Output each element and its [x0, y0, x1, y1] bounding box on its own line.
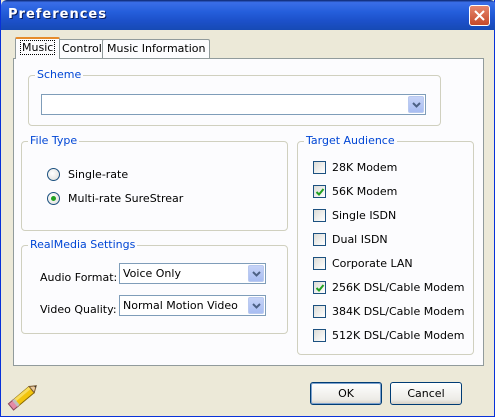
- tab-music[interactable]: Music: [15, 37, 61, 59]
- target-audience-group: Target Audience 28K Modem 56K Modem Sing…: [297, 134, 474, 355]
- label-dual-isdn[interactable]: Dual ISDN: [332, 233, 388, 246]
- chevron-down-icon: [411, 101, 421, 108]
- audio-format-dropdown-button[interactable]: [248, 265, 264, 282]
- multi-rate-radio[interactable]: [47, 192, 60, 205]
- title-bar[interactable]: Preferences: [1, 0, 495, 30]
- video-quality-dropdown-button[interactable]: [248, 297, 264, 314]
- video-quality-select[interactable]: Normal Motion Video: [119, 295, 266, 316]
- audio-format-select[interactable]: Voice Only: [119, 263, 266, 284]
- scheme-select[interactable]: [41, 94, 426, 115]
- file-type-group-label: File Type: [28, 134, 80, 147]
- tab-music-label: Music: [20, 40, 56, 55]
- label-256k-dsl[interactable]: 256K DSL/Cable Modem: [332, 281, 464, 294]
- chevron-down-icon: [251, 270, 261, 277]
- multi-rate-label[interactable]: Multi-rate SureStrear: [68, 192, 183, 205]
- realmedia-settings-group: RealMedia Settings Audio Format: Voice O…: [21, 238, 288, 334]
- tab-panel-music: Scheme File Type Single-rate Multi-rate …: [13, 58, 484, 366]
- scheme-group-label: Scheme: [35, 68, 84, 81]
- close-icon: [474, 10, 485, 21]
- label-384k-dsl[interactable]: 384K DSL/Cable Modem: [332, 305, 464, 318]
- single-rate-label[interactable]: Single-rate: [68, 168, 128, 181]
- chevron-down-icon: [251, 302, 261, 309]
- pencil-icon: [7, 385, 37, 411]
- ok-button[interactable]: OK: [310, 382, 382, 405]
- audio-format-label: Audio Format:: [40, 271, 118, 284]
- preferences-window: Preferences Music Control Music Informat…: [0, 0, 495, 417]
- label-28k-modem[interactable]: 28K Modem: [332, 161, 397, 174]
- checkbox-28k-modem[interactable]: [313, 161, 326, 174]
- checkbox-corporate-lan[interactable]: [313, 257, 326, 270]
- checkbox-256k-dsl[interactable]: [313, 281, 326, 294]
- audio-format-value: Voice Only: [123, 267, 181, 280]
- cancel-button[interactable]: Cancel: [390, 382, 462, 405]
- scheme-dropdown-button[interactable]: [408, 96, 424, 113]
- checkbox-384k-dsl[interactable]: [313, 305, 326, 318]
- tab-control[interactable]: Control: [57, 39, 107, 58]
- tab-music-information-label: Music Information: [107, 42, 206, 55]
- video-quality-label: Video Quality:: [40, 303, 117, 316]
- single-rate-radio[interactable]: [47, 168, 60, 181]
- checkbox-512k-dsl[interactable]: [313, 329, 326, 342]
- label-corporate-lan[interactable]: Corporate LAN: [332, 257, 413, 270]
- label-512k-dsl[interactable]: 512K DSL/Cable Modem: [332, 329, 464, 342]
- file-type-group: File Type Single-rate Multi-rate SureStr…: [21, 134, 288, 231]
- video-quality-value: Normal Motion Video: [123, 299, 238, 312]
- checkbox-56k-modem[interactable]: [313, 185, 326, 198]
- window-title: Preferences: [8, 7, 107, 22]
- label-single-isdn[interactable]: Single ISDN: [332, 209, 396, 222]
- target-audience-group-label: Target Audience: [304, 134, 397, 147]
- tab-control-label: Control: [62, 42, 102, 55]
- label-56k-modem[interactable]: 56K Modem: [332, 185, 397, 198]
- close-button[interactable]: [469, 5, 490, 26]
- checkmark-icon: [315, 188, 325, 196]
- scheme-group: Scheme: [28, 68, 441, 126]
- checkbox-dual-isdn[interactable]: [313, 233, 326, 246]
- realmedia-settings-group-label: RealMedia Settings: [28, 238, 138, 251]
- checkmark-icon: [315, 284, 325, 292]
- tab-music-information[interactable]: Music Information: [102, 39, 211, 58]
- checkbox-single-isdn[interactable]: [313, 209, 326, 222]
